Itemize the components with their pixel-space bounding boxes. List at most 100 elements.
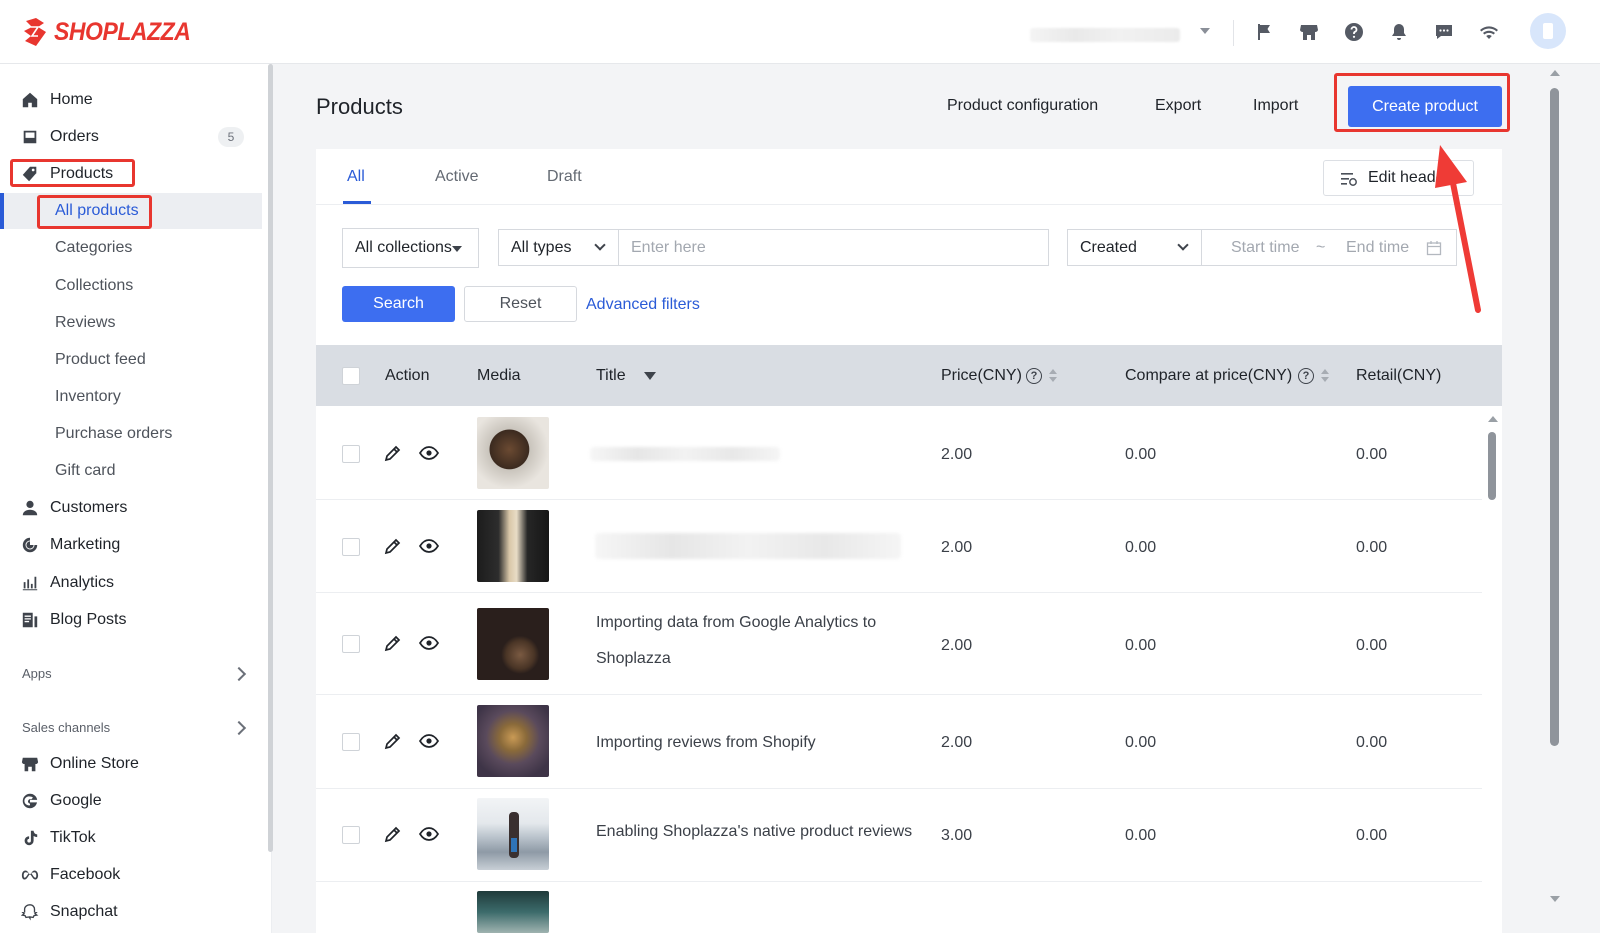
row-checkbox[interactable] (342, 733, 360, 751)
sidebar-item-label: Facebook (50, 866, 121, 883)
product-thumbnail[interactable] (477, 608, 549, 680)
edit-pencil-icon[interactable] (383, 536, 403, 556)
view-eye-icon[interactable] (418, 731, 440, 751)
title-sort-caret-icon[interactable] (644, 372, 656, 380)
table-scrollbar-thumb[interactable] (1488, 432, 1496, 500)
help-icon[interactable] (1342, 20, 1366, 44)
row-checkbox[interactable] (342, 445, 360, 463)
sidebar-item-orders[interactable]: Orders 5 (0, 119, 262, 155)
page-scroll-down-arrow-icon[interactable] (1550, 896, 1560, 902)
view-eye-icon[interactable] (418, 536, 440, 556)
tab-active[interactable]: Active (435, 168, 479, 186)
sidebar-subitem-categories[interactable]: Categories (0, 230, 262, 266)
sidebar-item-label: TikTok (50, 829, 96, 846)
column-header-price[interactable]: Price(CNY) (941, 367, 1022, 385)
product-title-continued[interactable]: Shoplazza (596, 650, 671, 668)
sidebar-item-tiktok[interactable]: TikTok (0, 820, 262, 856)
sidebar-subitem-label: Purchase orders (55, 425, 173, 442)
store-icon[interactable] (1297, 20, 1321, 44)
sidebar-subitem-inventory[interactable]: Inventory (0, 379, 262, 415)
product-thumbnail[interactable] (477, 510, 549, 582)
sidebar-item-online-store[interactable]: Online Store (0, 746, 262, 782)
price-sort-icon[interactable] (1049, 369, 1057, 383)
sidebar-item-analytics[interactable]: Analytics (0, 565, 262, 601)
product-title[interactable]: Importing data from Google Analytics to (596, 614, 876, 632)
sidebar-item-label: Google (50, 792, 102, 809)
date-field-select[interactable]: Created (1067, 229, 1202, 266)
sidebar-item-snapchat[interactable]: Snapchat (0, 894, 262, 930)
products-highlight-box (10, 159, 135, 187)
price-help-icon[interactable]: ? (1026, 368, 1042, 384)
sidebar-item-customers[interactable]: Customers (0, 490, 262, 526)
row-checkbox[interactable] (342, 826, 360, 844)
avatar[interactable] (1530, 13, 1566, 49)
sidebar-item-home[interactable]: Home (0, 82, 262, 118)
column-header-compare-at-price[interactable]: Compare at price(CNY) (1125, 367, 1292, 385)
product-thumbnail[interactable] (477, 417, 549, 489)
meta-icon (20, 865, 40, 885)
brand-logo[interactable]: SHOPLAZZA (22, 16, 202, 48)
flag-icon[interactable] (1252, 20, 1276, 44)
date-range-picker[interactable]: Start time ~ End time (1201, 229, 1457, 266)
page-scrollbar-thumb[interactable] (1550, 88, 1559, 746)
edit-pencil-icon[interactable] (383, 443, 403, 463)
compare-price-cell: 0.00 (1125, 734, 1157, 751)
scroll-up-arrow-icon[interactable] (1488, 416, 1498, 422)
view-eye-icon[interactable] (418, 824, 440, 844)
product-thumbnail[interactable] (477, 798, 549, 870)
product-title[interactable]: Enabling Shoplazza's native product revi… (596, 823, 912, 841)
search-input[interactable]: Enter here (618, 229, 1049, 266)
store-name-redacted (1030, 28, 1180, 42)
sidebar-item-blog-posts[interactable]: Blog Posts (0, 602, 262, 638)
row-checkbox[interactable] (342, 635, 360, 653)
retail-cell: 0.00 (1356, 446, 1388, 463)
types-select[interactable]: All types (498, 229, 619, 266)
bell-icon[interactable] (1387, 20, 1411, 44)
sidebar-subitem-reviews[interactable]: Reviews (0, 305, 262, 341)
search-input-placeholder: Enter here (631, 238, 706, 256)
row-checkbox[interactable] (342, 538, 360, 556)
chat-icon[interactable] (1432, 20, 1456, 44)
tab-draft[interactable]: Draft (547, 168, 582, 186)
search-button[interactable]: Search (342, 286, 455, 322)
compare-price-cell: 0.00 (1125, 827, 1157, 844)
sidebar-item-label: Customers (50, 499, 128, 516)
product-title[interactable]: Importing reviews from Shopify (596, 734, 816, 752)
product-title-redacted (590, 447, 780, 461)
compare-price-sort-icon[interactable] (1321, 369, 1329, 383)
collections-select-value: All collections (355, 239, 452, 256)
export-button[interactable]: Export (1155, 97, 1201, 115)
sidebar-item-google[interactable]: Google (0, 783, 262, 819)
analytics-icon (20, 573, 40, 593)
product-thumbnail[interactable] (477, 705, 549, 777)
import-button[interactable]: Import (1253, 97, 1298, 115)
reset-button[interactable]: Reset (464, 286, 577, 322)
edit-pencil-icon[interactable] (383, 824, 403, 844)
sidebar-subitem-purchase-orders[interactable]: Purchase orders (0, 416, 262, 452)
tab-all[interactable]: All (347, 168, 365, 186)
product-thumbnail[interactable] (477, 891, 549, 933)
edit-pencil-icon[interactable] (383, 633, 403, 653)
store-selector[interactable] (1030, 24, 1210, 44)
start-time-input[interactable]: Start time (1231, 239, 1299, 257)
sidebar-scrollbar[interactable] (268, 64, 273, 852)
sidebar-subitem-gift-card[interactable]: Gift card (0, 453, 262, 489)
sidebar-subitem-product-feed[interactable]: Product feed (0, 342, 262, 378)
compare-price-help-icon[interactable]: ? (1298, 368, 1314, 384)
advanced-filters-link[interactable]: Advanced filters (586, 296, 700, 314)
sidebar-subitem-collections[interactable]: Collections (0, 268, 262, 304)
sidebar-item-label: Snapchat (50, 903, 118, 920)
sidebar-item-marketing[interactable]: Marketing (0, 527, 262, 563)
select-all-checkbox[interactable] (342, 367, 360, 385)
view-eye-icon[interactable] (418, 443, 440, 463)
product-configuration-button[interactable]: Product configuration (947, 97, 1098, 115)
sidebar-item-facebook[interactable]: Facebook (0, 857, 262, 893)
edit-pencil-icon[interactable] (383, 731, 403, 751)
end-time-input[interactable]: End time (1346, 239, 1409, 257)
column-header-title[interactable]: Title (596, 367, 626, 385)
wifi-icon[interactable] (1477, 20, 1501, 44)
collections-select[interactable]: All collections (342, 228, 479, 268)
sidebar-subitem-label: Collections (55, 277, 134, 294)
view-eye-icon[interactable] (418, 633, 440, 653)
page-scroll-up-arrow-icon[interactable] (1550, 70, 1560, 76)
